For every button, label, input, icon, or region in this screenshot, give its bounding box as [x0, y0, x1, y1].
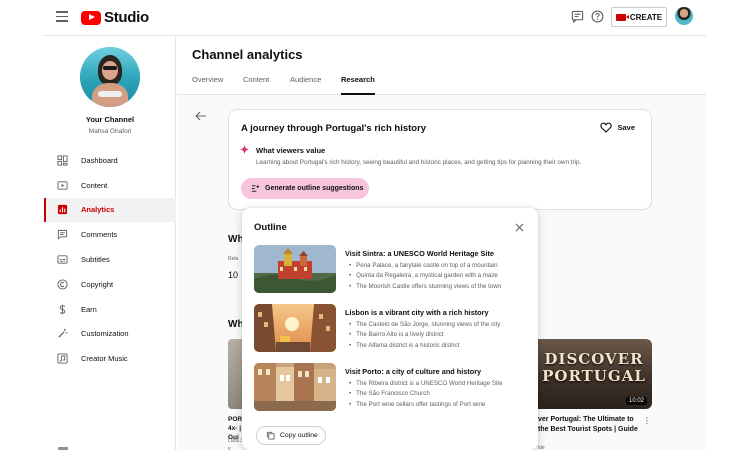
- top-bar: Studio CREATE: [0, 0, 750, 36]
- video-duration-badge: 10:02: [625, 397, 647, 405]
- outline-bullets: The Castelo de São Jorge, stunning views…: [349, 320, 500, 351]
- create-button[interactable]: CREATE: [611, 7, 667, 27]
- tab-content[interactable]: Content: [243, 75, 269, 95]
- comments-icon: [57, 230, 68, 240]
- generate-outline-button[interactable]: Generate outline suggestions: [241, 178, 369, 199]
- tab-audience[interactable]: Audience: [290, 75, 321, 95]
- outline-title: Outline: [254, 222, 287, 233]
- outline-panel: Outline Visit Sintra: a UNESCO World Her…: [242, 208, 538, 450]
- sidebar-item-dashboard[interactable]: Dashboard: [44, 148, 176, 173]
- porto-thumbnail: [254, 363, 336, 411]
- section-subtext-partial: Rela: [228, 256, 239, 262]
- sidebar-item-creator-music[interactable]: Creator Music: [44, 346, 176, 371]
- outline-bullets: Pena Palace, a fairytale castle on top o…: [349, 261, 501, 292]
- analytics-icon: [57, 205, 68, 215]
- video-camera-icon: [615, 13, 629, 21]
- sidebar-item-label: Analytics: [81, 205, 115, 215]
- outline-bullet: The Alfama district is a historic distri…: [349, 341, 500, 351]
- page-title: Channel analytics: [192, 47, 303, 62]
- tab-research[interactable]: Research: [341, 75, 375, 95]
- stat-value-partial: 10: [228, 270, 239, 280]
- viewers-value-text: Learning about Portugal's rich history, …: [256, 159, 582, 166]
- save-button[interactable]: Save: [600, 122, 635, 133]
- earn-icon: [59, 304, 66, 314]
- outline-bullet: The São Francisco Church: [349, 389, 503, 399]
- copy-outline-label: Copy outline: [280, 432, 318, 439]
- outline-bullet: The Castelo de São Jorge, stunning views…: [349, 320, 500, 330]
- outline-item-heading: Lisbon is a vibrant city with a rich his…: [345, 308, 489, 317]
- channel-name: Your Channel: [85, 115, 135, 124]
- outline-item: Lisbon is a vibrant city with a rich his…: [254, 304, 526, 356]
- topic-title: A journey through Portugal's rich histor…: [241, 123, 427, 134]
- video-title-right[interactable]: ver Portugal: The Ultimate to the Best T…: [538, 415, 638, 434]
- sidebar-item-label: Creator Music: [81, 354, 128, 364]
- outline-bullet: The Port wine cellars offer tastings of …: [349, 400, 503, 410]
- video-thumbnail-right[interactable]: DISCOVER PORTUGAL 10:02: [536, 339, 652, 409]
- viewers-value-heading: What viewers value: [256, 146, 326, 155]
- create-label: CREATE: [629, 12, 663, 22]
- creator-music-icon: [57, 353, 68, 364]
- copyright-icon: [57, 279, 68, 290]
- outline-item: Visit Sintra: a UNESCO World Heritage Si…: [254, 245, 526, 297]
- heart-icon: [600, 122, 613, 133]
- account-avatar[interactable]: [675, 7, 693, 25]
- dashboard-icon: [57, 155, 68, 166]
- lisbon-thumbnail: [254, 304, 336, 352]
- sidebar-item-label: Copyright: [81, 279, 114, 289]
- sidebar: Your Channel Mahsa Ghafori Dashboard Con…: [44, 36, 176, 450]
- sidebar-item-copyright[interactable]: Copyright: [44, 272, 176, 297]
- sidebar-item-label: Content: [81, 180, 108, 190]
- sidebar-item-earn[interactable]: Earn: [44, 297, 176, 322]
- outline-bullet: The Moorish Castle offers stunning views…: [349, 282, 501, 292]
- studio-logo[interactable]: Studio: [81, 9, 149, 26]
- feedback-icon[interactable]: [571, 10, 584, 23]
- channel-avatar[interactable]: [80, 47, 140, 107]
- generate-label: Generate outline suggestions: [265, 185, 364, 192]
- youtube-logo-icon: [81, 10, 101, 25]
- outline-bullet: The Bairro Alto is a lively district: [349, 330, 500, 340]
- content-icon: [57, 181, 68, 190]
- channel-handle: Mahsa Ghafori: [88, 128, 132, 135]
- outline-sparkle-icon: [251, 184, 260, 192]
- copy-icon: [266, 431, 275, 440]
- sidebar-nav: Dashboard Content Analytics Comments Sub…: [44, 148, 176, 371]
- outline-bullet: The Ribeira district is a UNESCO World H…: [349, 379, 502, 389]
- sidebar-item-label: Subtitles: [81, 255, 110, 265]
- close-icon[interactable]: [515, 223, 524, 232]
- outline-item-heading: Visit Sintra: a UNESCO World Heritage Si…: [345, 249, 494, 258]
- outline-item-heading: Visit Porto: a city of culture and histo…: [345, 367, 482, 376]
- sidebar-item-label: Customization: [81, 329, 129, 339]
- customization-icon: [58, 329, 68, 339]
- logo-text: Studio: [104, 9, 149, 26]
- outline-bullet: Quinta da Regaleira, a mystical garden w…: [349, 271, 501, 281]
- outline-item: Visit Porto: a city of culture and histo…: [254, 363, 526, 415]
- thumbnail-title-art: DISCOVER PORTUGAL: [542, 350, 646, 385]
- sidebar-item-label: Dashboard: [81, 155, 118, 165]
- help-icon[interactable]: [591, 10, 604, 23]
- sidebar-item-comments[interactable]: Comments: [44, 222, 176, 247]
- menu-icon[interactable]: [56, 11, 68, 22]
- sidebar-item-subtitles[interactable]: Subtitles: [44, 247, 176, 272]
- sidebar-item-label: Comments: [81, 230, 118, 240]
- sidebar-item-analytics[interactable]: Analytics: [44, 197, 176, 223]
- topic-card: A journey through Portugal's rich histor…: [228, 109, 652, 210]
- sidebar-item-customization[interactable]: Customization: [44, 322, 176, 347]
- sintra-thumbnail: [254, 245, 336, 293]
- save-label: Save: [617, 123, 635, 132]
- outline-bullet: Pena Palace, a fairytale castle on top o…: [349, 261, 501, 271]
- more-options-icon[interactable]: ⋮: [643, 416, 651, 425]
- sparkle-icon: [240, 145, 249, 154]
- outline-bullets: The Ribeira district is a UNESCO World H…: [349, 379, 503, 410]
- subtitles-icon: [57, 255, 68, 264]
- video-meta-right: ide: [538, 445, 545, 450]
- main-header: Channel analytics Overview Content Audie…: [177, 36, 706, 95]
- back-arrow-icon[interactable]: [195, 111, 207, 121]
- copy-outline-button[interactable]: Copy outline: [256, 426, 326, 445]
- sidebar-item-content[interactable]: Content: [44, 173, 176, 198]
- tab-overview[interactable]: Overview: [192, 75, 223, 95]
- sidebar-item-label: Earn: [81, 304, 97, 314]
